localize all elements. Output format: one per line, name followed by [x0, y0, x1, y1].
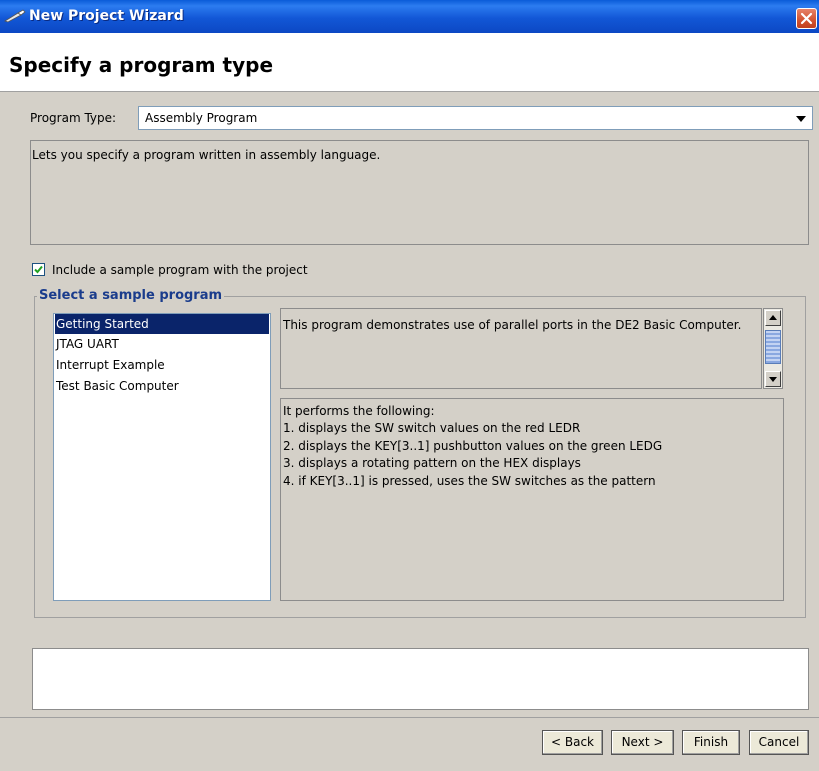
include-sample-checkbox[interactable]	[32, 263, 45, 276]
divider	[0, 717, 819, 718]
wizard-header: Specify a program type	[0, 33, 819, 92]
arrow-down-icon	[769, 377, 777, 382]
finish-button[interactable]: Finish	[682, 730, 740, 755]
page-title: Specify a program type	[9, 53, 274, 77]
sample-summary: This program demonstrates use of paralle…	[283, 318, 742, 332]
list-item-label: Interrupt Example	[56, 358, 165, 372]
list-item-label: Test Basic Computer	[56, 379, 179, 393]
program-type-description-box: Lets you specify a program written in as…	[30, 140, 809, 245]
close-button[interactable]	[796, 8, 817, 29]
cancel-button[interactable]: Cancel	[749, 730, 809, 755]
list-item-label: Getting Started	[56, 317, 149, 331]
detail-line: 3. displays a rotating pattern on the HE…	[283, 456, 581, 470]
sample-summary-box: This program demonstrates use of paralle…	[280, 308, 762, 389]
list-item[interactable]: Getting Started	[55, 314, 269, 334]
program-type-description: Lets you specify a program written in as…	[32, 148, 381, 162]
detail-line: It performs the following:	[283, 404, 435, 418]
detail-line: 2. displays the KEY[3..1] pushbutton val…	[283, 439, 663, 453]
program-type-label: Program Type:	[30, 111, 117, 125]
list-item[interactable]: JTAG UART	[55, 334, 269, 354]
window-title: New Project Wizard	[29, 8, 184, 24]
wand-icon	[4, 9, 26, 23]
list-item[interactable]: Interrupt Example	[55, 355, 269, 375]
message-area	[32, 648, 809, 710]
title-bar[interactable]: New Project Wizard	[0, 0, 819, 33]
summary-scrollbar[interactable]	[763, 308, 783, 389]
new-project-wizard-window: New Project Wizard Specify a program typ…	[0, 0, 819, 771]
detail-line: 4. if KEY[3..1] is pressed, uses the SW …	[283, 474, 656, 488]
arrow-up-icon	[769, 315, 777, 320]
next-button[interactable]: Next >	[611, 730, 674, 755]
list-item-label: JTAG UART	[56, 337, 119, 351]
scroll-thumb[interactable]	[765, 330, 781, 364]
sample-program-list[interactable]: Getting Started JTAG UART Interrupt Exam…	[53, 313, 271, 601]
sample-group-title: Select a sample program	[37, 288, 225, 303]
program-type-value: Assembly Program	[145, 111, 258, 125]
list-item[interactable]: Test Basic Computer	[55, 376, 269, 396]
chevron-down-icon	[796, 116, 806, 122]
close-icon	[800, 12, 813, 25]
detail-line: 1. displays the SW switch values on the …	[283, 421, 581, 435]
checkmark-icon	[34, 265, 43, 274]
include-sample-label[interactable]: Include a sample program with the projec…	[52, 263, 308, 277]
scroll-up-button[interactable]	[765, 310, 781, 326]
sample-details-box: It performs the following: 1. displays t…	[280, 398, 784, 601]
scroll-down-button[interactable]	[765, 371, 781, 387]
program-type-select[interactable]: Assembly Program	[138, 106, 813, 130]
back-button[interactable]: < Back	[542, 730, 603, 755]
